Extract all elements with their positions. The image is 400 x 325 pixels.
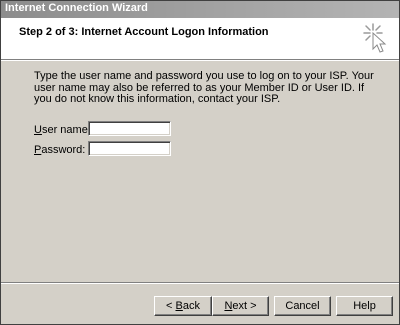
cancel-button[interactable]: Cancel — [274, 296, 331, 316]
username-label-mnemonic: U — [34, 124, 42, 136]
wizard-wand-icon — [363, 23, 387, 53]
window-title: Internet Connection Wizard — [5, 2, 148, 14]
next-button-label: ext > — [232, 300, 257, 312]
username-input[interactable] — [88, 121, 171, 136]
password-input[interactable] — [88, 141, 171, 156]
back-button[interactable]: < Back — [154, 296, 212, 316]
password-label-text: assword: — [41, 144, 86, 156]
username-label: User name: — [34, 124, 91, 136]
wizard-window: Internet Connection Wizard Step 2 of 3: … — [0, 0, 400, 325]
username-label-text: ser name: — [41, 124, 91, 136]
header-divider-highlight — [1, 60, 399, 61]
password-label: Password: — [34, 144, 85, 156]
instructions-text: Type the user name and password you use … — [34, 70, 374, 105]
footer-divider-highlight — [1, 283, 399, 284]
back-button-mnemonic: B — [175, 300, 183, 312]
help-button[interactable]: Help — [336, 296, 393, 316]
next-button-mnemonic: N — [224, 300, 233, 312]
back-button-prefix: < — [166, 300, 176, 312]
back-button-label: ack — [182, 300, 200, 312]
step-title: Step 2 of 3: Internet Account Logon Info… — [19, 26, 269, 38]
wizard-header: Step 2 of 3: Internet Account Logon Info… — [1, 18, 399, 59]
next-button[interactable]: Next > — [212, 296, 269, 316]
title-bar[interactable]: Internet Connection Wizard — [1, 1, 399, 18]
